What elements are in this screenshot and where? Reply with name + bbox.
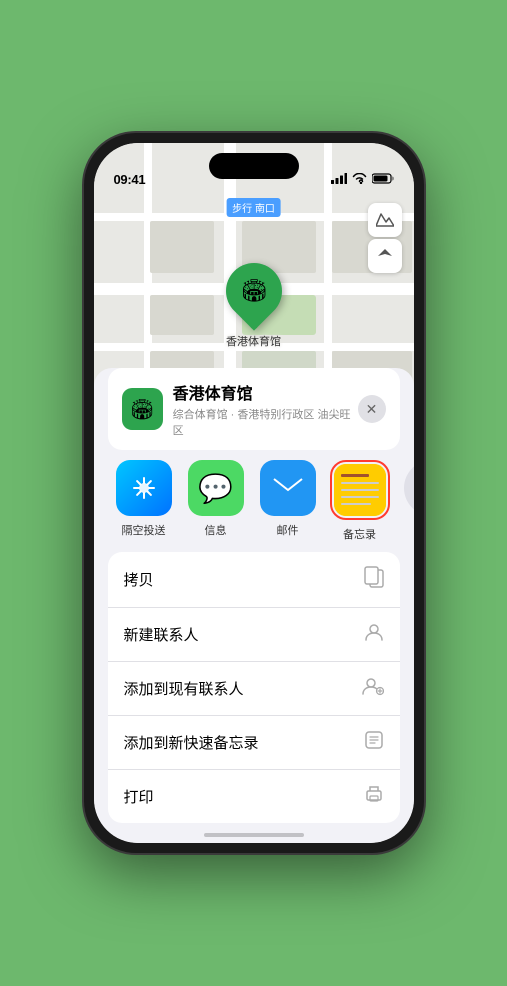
airdrop-icon <box>116 460 172 516</box>
share-item-messages[interactable]: 💬 信息 <box>180 460 252 542</box>
venue-card-left: 🏟 香港体育馆 综合体育馆 · 香港特别行政区 油尖旺区 <box>122 380 358 438</box>
menu-item-new-contact[interactable]: 新建联系人 <box>108 608 400 662</box>
new-contact-icon <box>364 622 384 647</box>
map-label: 步行 南口 <box>226 198 281 217</box>
pin-bubble: 🏟 <box>214 251 293 330</box>
home-indicator <box>204 833 304 837</box>
map-label-prefix: 步行 <box>232 204 252 215</box>
notes-highlight <box>330 460 390 520</box>
add-notes-label: 添加到新快速备忘录 <box>124 732 259 753</box>
more-icon <box>404 460 414 516</box>
notes-label: 备忘录 <box>343 526 376 542</box>
messages-icon: 💬 <box>188 460 244 516</box>
map-type-button[interactable] <box>368 203 402 237</box>
menu-item-print[interactable]: 打印 <box>108 770 400 823</box>
share-item-airdrop[interactable]: 隔空投送 <box>108 460 180 542</box>
close-button[interactable]: ✕ <box>358 395 386 423</box>
dynamic-island <box>209 153 299 179</box>
print-icon <box>364 784 384 809</box>
menu-item-add-contact[interactable]: 添加到现有联系人 <box>108 662 400 716</box>
status-time: 09:41 <box>114 172 146 187</box>
share-row: 隔空投送 💬 信息 邮 <box>94 460 414 542</box>
share-item-mail[interactable]: 邮件 <box>252 460 324 542</box>
airdrop-label: 隔空投送 <box>122 522 166 538</box>
add-notes-icon <box>364 730 384 755</box>
venue-card: 🏟 香港体育馆 综合体育馆 · 香港特别行政区 油尖旺区 ✕ <box>108 368 400 450</box>
mail-icon <box>260 460 316 516</box>
pin-label: 香港体育馆 <box>226 333 281 349</box>
pin-inner: 🏟 <box>240 278 268 304</box>
map-label-text: 南口 <box>255 204 275 215</box>
messages-label: 信息 <box>205 522 227 538</box>
copy-icon <box>364 566 384 593</box>
venue-pin: 🏟 香港体育馆 <box>226 263 282 349</box>
signal-icon <box>331 173 347 187</box>
menu-item-add-notes[interactable]: 添加到新快速备忘录 <box>108 716 400 770</box>
venue-card-title: 香港体育馆 <box>173 380 358 404</box>
menu-item-copy[interactable]: 拷贝 <box>108 552 400 608</box>
menu-section: 拷贝 新建联系人 <box>108 552 400 823</box>
phone-frame: 09:41 <box>84 133 424 853</box>
add-contact-icon <box>362 676 384 701</box>
bottom-sheet: 🏟 香港体育馆 综合体育馆 · 香港特别行政区 油尖旺区 ✕ <box>94 368 414 843</box>
notes-icon <box>334 464 386 516</box>
status-icons <box>331 173 394 187</box>
map-controls <box>368 203 402 273</box>
print-label: 打印 <box>124 786 154 807</box>
wifi-icon <box>352 173 367 187</box>
add-contact-label: 添加到现有联系人 <box>124 678 244 699</box>
venue-card-icon: 🏟 <box>122 388 163 430</box>
mail-label: 邮件 <box>277 522 299 538</box>
share-item-notes[interactable]: 备忘录 <box>324 460 396 542</box>
new-contact-label: 新建联系人 <box>124 624 199 645</box>
venue-card-info: 香港体育馆 综合体育馆 · 香港特别行政区 油尖旺区 <box>173 380 358 438</box>
copy-label: 拷贝 <box>124 569 154 590</box>
phone-screen: 09:41 <box>94 143 414 843</box>
share-item-more[interactable]: 推荐 <box>396 460 414 542</box>
venue-card-subtitle: 综合体育馆 · 香港特别行政区 油尖旺区 <box>173 406 358 438</box>
battery-icon <box>372 173 394 187</box>
location-button[interactable] <box>368 239 402 273</box>
